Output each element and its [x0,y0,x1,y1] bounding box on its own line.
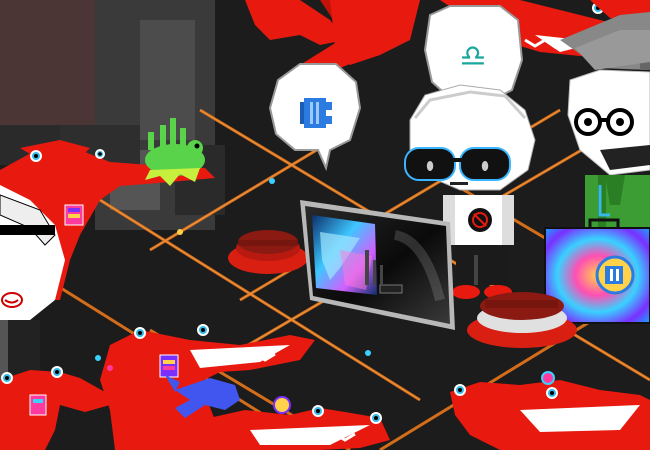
red-pedestal-left [228,230,308,274]
apple-logo-icon: ⬮ [481,159,489,173]
tablet-device [300,200,455,330]
right-character [560,12,650,240]
crocodile-bottom-mid [200,405,390,450]
crocodile-bottom-left [0,366,110,450]
scene-canvas: ♎ ⬮ ⬮ [0,0,650,450]
apple-logo-icon: ⬮ [426,159,434,173]
crocodile-bottom-right [450,380,650,450]
libra-sign-icon: ♎ [460,39,487,74]
game-scene: 19.85.0515.84.444.1121.63.371.0322.42,35… [0,0,650,450]
